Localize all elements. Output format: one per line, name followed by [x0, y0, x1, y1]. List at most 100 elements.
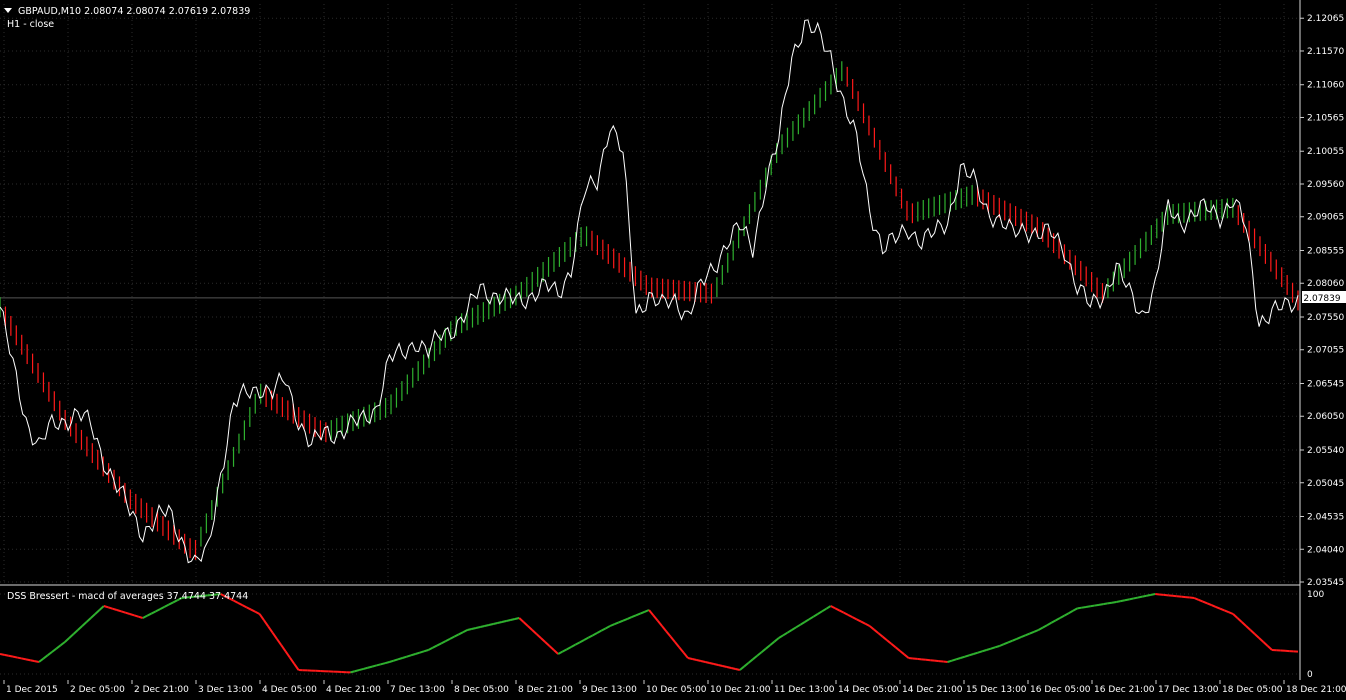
indicator-segment [489, 624, 493, 625]
indicator-segment [415, 653, 419, 654]
indicator-segment [355, 670, 359, 671]
indicator-segment [125, 613, 129, 614]
indicator-segment [30, 660, 34, 661]
time-tick-label: 8 Dec 21:00 [518, 685, 573, 695]
chart-window[interactable]: 2.120652.115702.110602.105652.100552.095… [0, 0, 1346, 696]
time-tick-label: 8 Dec 05:00 [454, 685, 509, 695]
price-tick-label: 2.05540 [1307, 446, 1344, 456]
time-tick-label: 18 Dec 05:00 [1222, 685, 1283, 695]
indicator-segment [1108, 603, 1112, 604]
time-tick-label: 2 Dec 05:00 [70, 685, 125, 695]
indicator-segment [22, 658, 26, 659]
indicator-segment [472, 628, 476, 629]
indicator-segment [506, 620, 510, 621]
indicator-segment [961, 657, 965, 658]
indicator-segment [1151, 594, 1155, 595]
indicator-segment [359, 669, 363, 670]
indicator-segment [372, 665, 376, 666]
price-tick-label: 2.10055 [1307, 147, 1344, 157]
indicator-segment [991, 647, 995, 648]
time-tick-label: 18 Dec 21:00 [1286, 685, 1346, 695]
indicator-segment [1090, 606, 1094, 607]
price-tick-label: 2.03545 [1307, 578, 1344, 588]
time-tick-label: 10 Dec 05:00 [646, 685, 707, 695]
price-tick-label: 2.07550 [1307, 313, 1344, 323]
indicator-segment [1125, 599, 1129, 600]
symbol-header: GBPAUD,M10 2.08074 2.08074 2.07619 2.078… [18, 6, 250, 17]
time-tick-label: 11 Dec 13:00 [774, 685, 835, 695]
indicator-segment [736, 669, 740, 670]
indicator-segment [723, 666, 727, 667]
indicator-segment [112, 609, 116, 610]
indicator-segment [480, 626, 484, 627]
price-tick-label: 2.06050 [1307, 412, 1344, 422]
time-tick-label: 4 Dec 21:00 [326, 685, 381, 695]
indicator-segment [394, 659, 398, 660]
indicator-segment [485, 625, 489, 626]
indicator-segment [1112, 602, 1116, 603]
indicator-segment [1134, 598, 1138, 599]
price-tick-label: 2.07055 [1307, 346, 1344, 356]
time-tick-label: 9 Dec 13:00 [582, 685, 637, 695]
indicator-segment [4, 655, 8, 656]
indicator-level-label: 100 [1307, 590, 1324, 600]
indicator-segment [363, 668, 367, 669]
indicator-segment [718, 665, 722, 666]
indicator-segment [376, 664, 380, 665]
indicator-segment [35, 661, 39, 662]
indicator-segment [1142, 596, 1146, 597]
indicator-segment [956, 658, 960, 659]
indicator-segment [1103, 603, 1107, 604]
indicator-segment [1121, 600, 1125, 601]
indicator-segment [974, 653, 978, 654]
indicator-segment [420, 651, 424, 652]
indicator-segment [1099, 604, 1103, 605]
indicator-segment [368, 667, 372, 668]
indicator-segment [17, 658, 21, 659]
indicator-segment [1077, 608, 1081, 609]
indicator-segment [138, 617, 142, 618]
time-tick-label: 1 Dec 2015 [6, 685, 58, 695]
indicator-segment [424, 650, 428, 651]
indicator-level-label: 0 [1307, 670, 1313, 680]
indicator-segment [13, 657, 17, 658]
indicator-segment [493, 623, 497, 624]
indicator-segment [389, 661, 393, 662]
indicator-segment [692, 659, 696, 660]
price-tick-label: 2.04535 [1307, 512, 1344, 522]
price-tick-label: 2.11060 [1307, 81, 1344, 91]
indicator-segment [134, 615, 138, 616]
indicator-segment [969, 654, 973, 655]
current-price-label: 2.07839 [1303, 294, 1340, 304]
indicator-segment [385, 662, 389, 663]
price-tick-label: 2.10565 [1307, 113, 1344, 123]
indicator-segment [965, 655, 969, 656]
indicator-segment [350, 671, 354, 672]
time-tick-label: 14 Dec 05:00 [838, 685, 899, 695]
indicator-segment [407, 655, 411, 656]
series-label: H1 - close [7, 19, 54, 30]
indicator-segment [26, 659, 30, 660]
price-tick-label: 2.05045 [1307, 479, 1344, 489]
indicator-segment [948, 661, 952, 662]
indicator-segment [402, 657, 406, 658]
indicator-segment [697, 660, 701, 661]
indicator-segment [0, 654, 4, 655]
indicator-segment [986, 649, 990, 650]
time-tick-label: 14 Dec 21:00 [902, 685, 963, 695]
time-tick-label: 2 Dec 21:00 [134, 685, 189, 695]
chart-canvas[interactable]: 2.120652.115702.110602.105652.100552.095… [0, 0, 1346, 696]
indicator-segment [502, 621, 506, 622]
time-tick-label: 17 Dec 13:00 [1158, 685, 1219, 695]
price-tick-label: 2.09560 [1307, 180, 1344, 190]
indicator-segment [130, 614, 134, 615]
indicator-segment [117, 610, 121, 611]
time-tick-label: 10 Dec 21:00 [710, 685, 771, 695]
indicator-segment [511, 619, 515, 620]
price-tick-label: 2.06545 [1307, 379, 1344, 389]
price-tick-label: 2.08555 [1307, 246, 1344, 256]
time-tick-label: 16 Dec 05:00 [1030, 685, 1091, 695]
indicator-segment [688, 658, 692, 659]
indicator-segment [952, 659, 956, 660]
indicator-segment [121, 611, 125, 612]
